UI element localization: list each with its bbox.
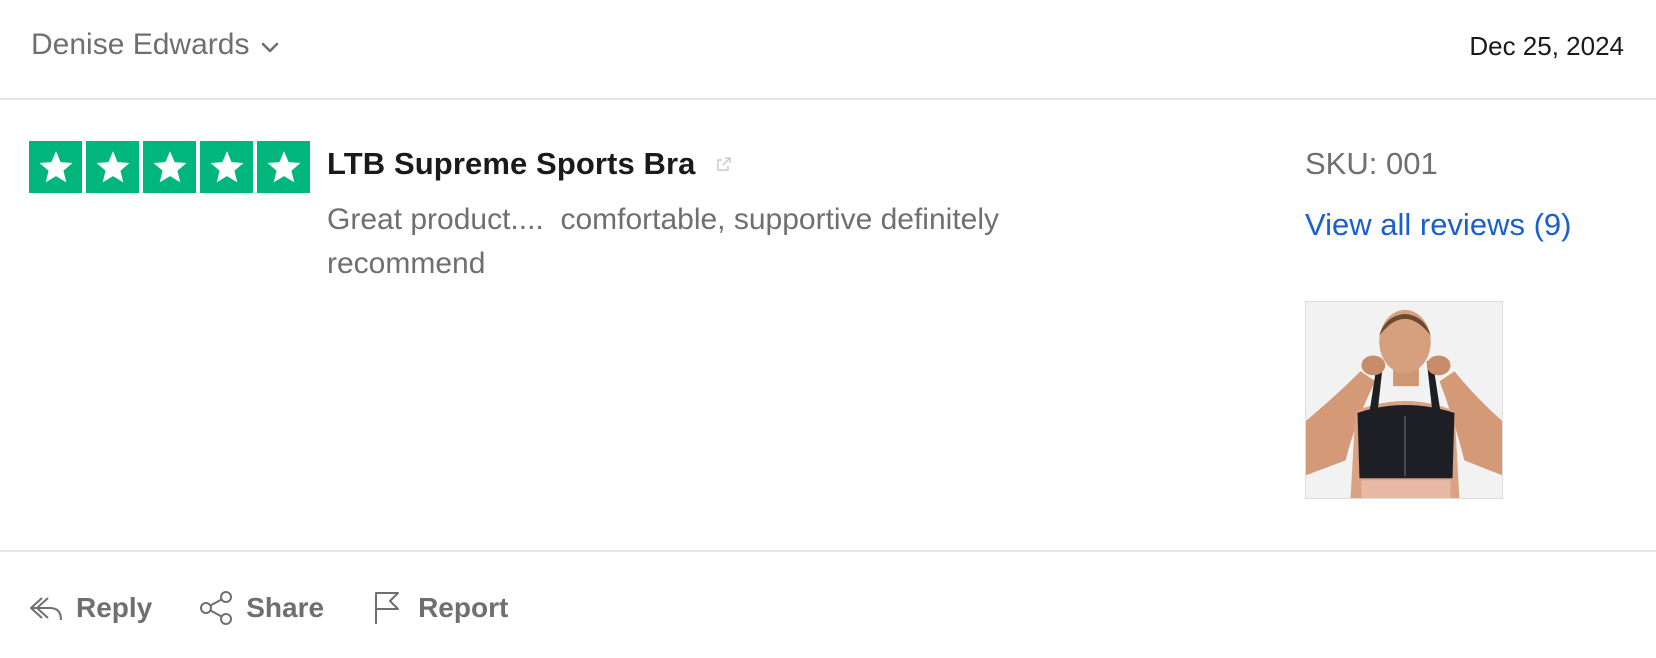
author-name: Denise Edwards bbox=[31, 28, 250, 61]
star-icon bbox=[29, 141, 82, 193]
share-button[interactable]: Share bbox=[198, 590, 324, 626]
sku-label: SKU: 001 bbox=[1305, 146, 1438, 181]
product-thumbnail[interactable] bbox=[1305, 301, 1503, 499]
reply-icon bbox=[30, 597, 62, 621]
divider bbox=[0, 550, 1656, 552]
flag-icon bbox=[375, 592, 400, 624]
reply-label: Reply bbox=[76, 592, 153, 623]
star-icon bbox=[257, 141, 310, 193]
product-title-row: LTB Supreme Sports Bra bbox=[327, 146, 732, 182]
product-title[interactable]: LTB Supreme Sports Bra bbox=[327, 146, 696, 182]
view-all-reviews-link[interactable]: View all reviews (9) bbox=[1305, 207, 1571, 243]
review-date: Dec 25, 2024 bbox=[1469, 31, 1624, 61]
star-icon bbox=[200, 141, 253, 193]
report-button[interactable]: Report bbox=[370, 590, 508, 626]
author-dropdown[interactable]: Denise Edwards bbox=[31, 28, 279, 62]
review-card: Denise Edwards Dec 25, 2024 LTB Supreme … bbox=[0, 0, 1656, 658]
report-label: Report bbox=[418, 592, 509, 623]
chevron-down-icon bbox=[262, 42, 279, 53]
review-header: Denise Edwards Dec 25, 2024 bbox=[0, 0, 1656, 100]
share-icon bbox=[200, 591, 233, 625]
review-body: Great product.... comfortable, supportiv… bbox=[327, 203, 1008, 280]
reply-button[interactable]: Reply bbox=[28, 590, 152, 626]
star-icon bbox=[143, 141, 196, 193]
star-icon bbox=[86, 141, 139, 193]
share-label: Share bbox=[246, 592, 325, 623]
product-photo bbox=[1306, 302, 1502, 498]
star-rating bbox=[29, 141, 310, 193]
review-actions: Reply Share Report bbox=[28, 590, 554, 626]
external-link-icon[interactable] bbox=[716, 156, 732, 172]
